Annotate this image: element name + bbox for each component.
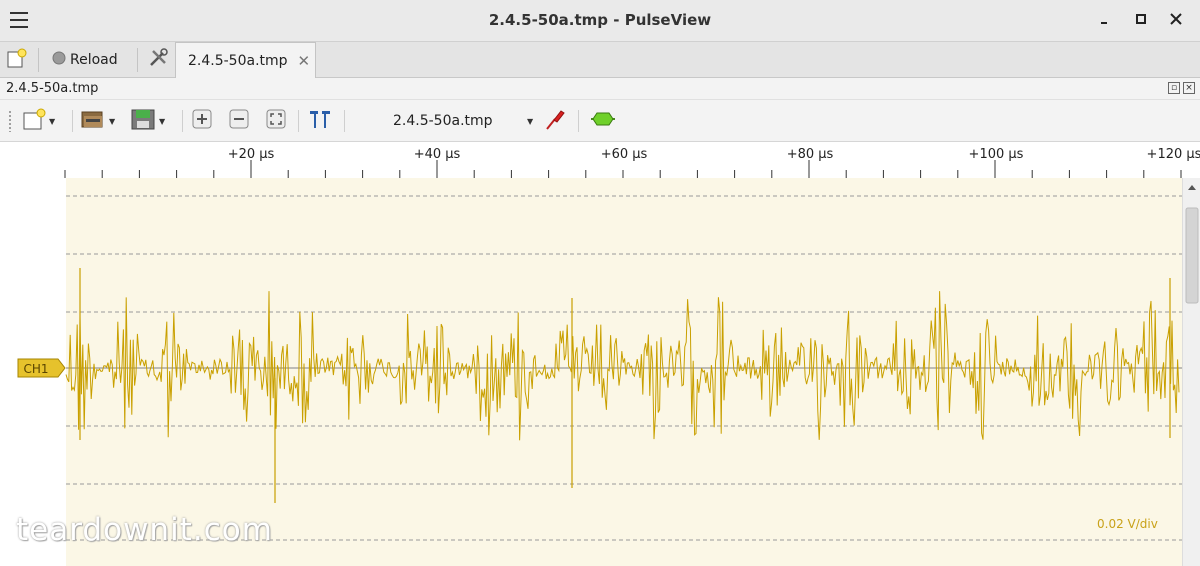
device-selector-label: 2.4.5-50a.tmp [393,113,493,129]
toolbar-grip [8,110,12,132]
zoom-out-button[interactable] [228,109,250,133]
watermark: teardownit.com [16,512,273,548]
chevron-down-icon[interactable]: ▼ [109,117,115,126]
time-ruler[interactable]: +20 µs +40 µs +60 µs +80 µs +100 µs +120 µs [0,142,1200,178]
probe-icon [543,107,567,135]
ruler-label: +20 µs [228,147,275,162]
reload-button[interactable]: Reload [52,46,118,74]
ruler-label: +40 µs [414,147,461,162]
new-view-button[interactable]: ▼ [22,107,55,135]
window-title: 2.4.5-50a.tmp - PulseView [488,11,712,29]
close-dock-icon[interactable]: × [1183,82,1195,94]
ruler-label: +60 µs [601,147,648,162]
trace-view[interactable]: CH1 [0,178,1200,566]
channel-label: CH1 [23,362,48,376]
toolbar-separator [182,110,183,132]
zoom-out-icon [228,108,250,134]
settings-button[interactable] [147,46,169,74]
close-window-button[interactable] [1165,10,1187,32]
scroll-up-icon [1188,185,1196,190]
chevron-down-icon[interactable]: ▼ [159,117,165,126]
ruler-label: +80 µs [787,147,834,162]
zoom-fit-button[interactable] [265,109,287,133]
new-view-icon [22,107,46,135]
ruler-ticks: +20 µs +40 µs +60 µs +80 µs +100 µs +120 µs [64,147,1200,178]
close-tab-icon[interactable]: ✕ [298,52,311,70]
zoom-in-icon [191,108,213,134]
device-dropdown[interactable]: ▼ [524,109,533,133]
save-button[interactable]: ▼ [130,109,165,133]
scrollbar-thumb [1185,207,1199,304]
chevron-down-icon[interactable]: ▼ [49,117,55,126]
trace-background [66,178,1182,566]
tab-session[interactable]: 2.4.5-50a.tmp ✕ [175,42,316,78]
vertical-scrollbar[interactable] [1182,178,1200,566]
new-session-icon [6,47,28,73]
maximize-button[interactable] [1130,10,1152,32]
volts-per-div-label: 0.02 V/div [1097,517,1158,531]
float-dock-icon[interactable]: ▫ [1168,82,1180,94]
dock-titlebar: 2.4.5-50a.tmp ▫ × [0,78,1200,100]
save-icon [130,107,156,135]
tabbar-separator [38,48,39,72]
cursor-markers-icon [307,107,335,135]
ruler-label: +120 µs [1147,147,1200,162]
reload-icon [52,50,68,70]
tabbar-separator [137,48,138,72]
main-toolbar: ▼ ▼ ▼ 2.4.5-50a.tmp ▼ [0,100,1200,142]
device-selector[interactable]: 2.4.5-50a.tmp [393,109,493,133]
folder-icon [80,107,106,135]
tab-label: 2.4.5-50a.tmp [188,52,288,69]
signal-canvas: CH1 [17,178,1182,566]
dock-title: 2.4.5-50a.tmp [6,81,99,96]
window-titlebar: 2.4.5-50a.tmp - PulseView [0,0,1200,42]
minimize-button[interactable] [1093,10,1115,32]
new-session-button[interactable] [6,46,28,74]
toolbar-separator [298,110,299,132]
probe-button[interactable] [543,109,567,133]
toolbar-separator [578,110,579,132]
tools-icon [147,47,169,73]
zoom-in-button[interactable] [191,109,213,133]
decoder-icon [589,107,617,135]
open-button[interactable]: ▼ [80,109,115,133]
add-decoder-button[interactable] [589,109,617,133]
tab-bar: Reload 2.4.5-50a.tmp ✕ [0,42,1200,78]
chevron-down-icon[interactable]: ▼ [527,117,533,126]
zoom-fit-icon [265,108,287,134]
ruler-label: +100 µs [969,147,1024,162]
toolbar-separator [72,110,73,132]
reload-label: Reload [70,52,118,68]
toolbar-separator [344,110,345,132]
cursors-button[interactable] [307,109,335,133]
